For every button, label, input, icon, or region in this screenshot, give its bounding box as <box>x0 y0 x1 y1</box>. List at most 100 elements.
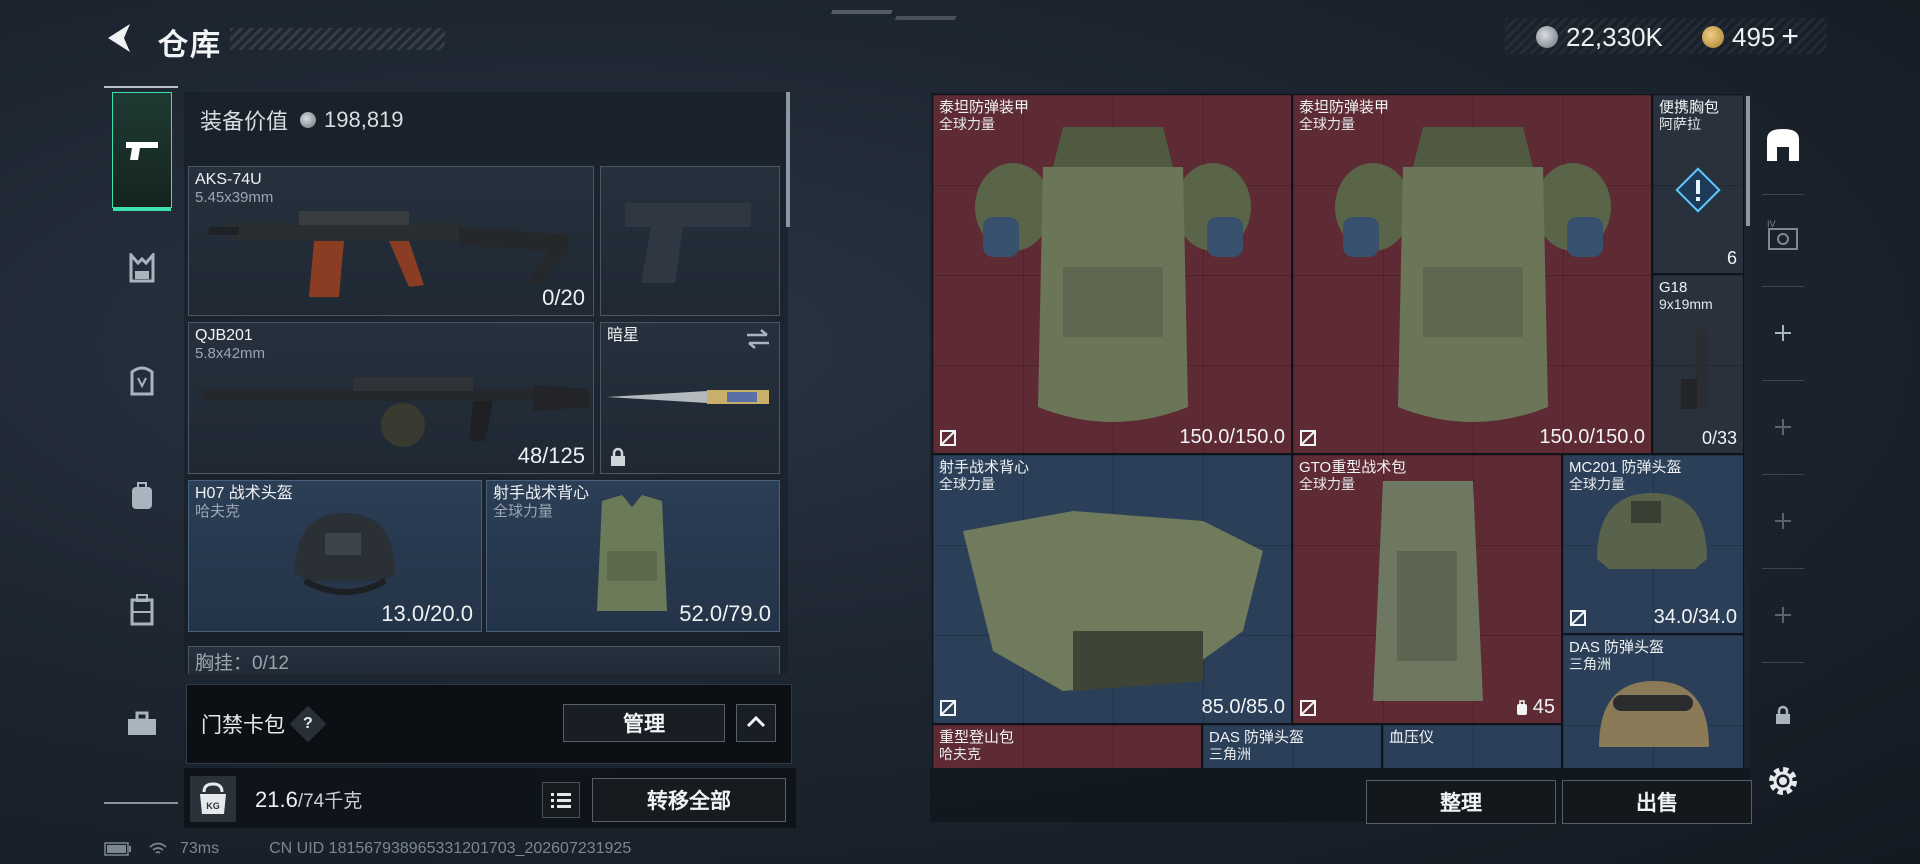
no-insure-icon <box>940 700 956 716</box>
warning-diamond-icon <box>1675 167 1721 213</box>
list-view-button[interactable] <box>542 782 580 818</box>
collapse-button[interactable] <box>736 704 776 742</box>
tab-add-2[interactable] <box>1756 400 1810 454</box>
grid-item[interactable]: 血压仪 <box>1382 724 1562 768</box>
category-case[interactable] <box>112 580 172 640</box>
swap-icon[interactable] <box>745 329 771 349</box>
equipment-value-amount: 198,819 <box>324 107 404 132</box>
lock-icon <box>611 447 625 466</box>
tab-add-3[interactable] <box>1756 494 1810 548</box>
equipment-scrollbar[interactable] <box>786 92 790 227</box>
grid-item-brand: 全球力量 <box>1569 476 1625 492</box>
battery-icon <box>104 842 131 856</box>
backpack-capacity-icon <box>1516 699 1527 715</box>
category-bar-bottom-line <box>104 802 178 804</box>
category-bar <box>104 86 180 806</box>
grid-item-name: 血压仪 <box>1389 729 1435 746</box>
grid-item-brand: 哈夫克 <box>939 746 981 762</box>
sell-button[interactable]: 出售 <box>1562 780 1752 824</box>
settings-button[interactable] <box>1756 754 1810 808</box>
grid-item[interactable]: 泰坦防弹装甲 全球力量 150.0/150.0 <box>1292 94 1652 454</box>
sort-button[interactable]: 整理 <box>1366 780 1556 824</box>
safe-box-icon: IV <box>1767 219 1798 250</box>
card-pack-label: 门禁卡包 <box>201 714 285 737</box>
tab-separator <box>1762 286 1804 287</box>
slot-item-durability: 13.0/20.0 <box>381 601 473 626</box>
status-bar: 73ms CN UID 181567938965331201703_202607… <box>104 840 631 858</box>
grid-item-brand: 全球力量 <box>1299 476 1355 492</box>
grid-item[interactable]: 重型登山包 哈夫克 <box>932 724 1202 768</box>
equipment-panel: AKS-74U 5.45x39mm 0/20 QJB201 5.8x42mm 4… <box>184 92 788 674</box>
slot-secondary-weapon[interactable]: QJB201 5.8x42mm 48/125 <box>188 322 594 474</box>
list-icon <box>551 793 571 808</box>
hafu-coin-icon <box>1536 26 1558 48</box>
tab-add-4[interactable] <box>1756 588 1810 642</box>
currency-hafu-coin: 22,330K <box>1536 22 1663 52</box>
no-insure-icon <box>1300 700 1316 716</box>
category-toolbox[interactable] <box>112 694 172 754</box>
slot-item-name: 暗星 <box>607 327 640 344</box>
category-chest-rig[interactable] <box>112 238 172 298</box>
category-helmet-armor[interactable] <box>112 352 172 412</box>
grid-item-ammo: 0/33 <box>1701 428 1737 448</box>
plus-icon <box>1775 607 1791 623</box>
grid-item-durability: 150.0/150.0 <box>1539 426 1645 448</box>
grid-item-brand: 三角洲 <box>1569 656 1611 672</box>
grid-item[interactable]: MC201 防弹头盔 全球力量 34.0/34.0 <box>1562 454 1744 634</box>
slot-primary-weapon[interactable]: AKS-74U 5.45x39mm 0/20 <box>188 166 594 316</box>
grid-item[interactable]: 射手战术背心 全球力量 85.0/85.0 <box>932 454 1292 724</box>
slot-item-name: H07 战术头盔 <box>195 485 293 502</box>
chevron-up-icon <box>746 715 766 728</box>
help-icon[interactable]: ? <box>289 705 327 743</box>
vest-icon <box>130 366 154 396</box>
tab-safe-box[interactable]: IV <box>1756 210 1810 264</box>
grid-item[interactable]: 泰坦防弹装甲 全球力量 150.0/150.0 <box>932 94 1292 454</box>
slot-item-caliber: 5.8x42mm <box>195 345 266 362</box>
transfer-all-button[interactable]: 转移全部 <box>592 778 786 822</box>
slot-helmet[interactable]: H07 战术头盔 哈夫克 13.0/20.0 <box>188 480 482 632</box>
no-insure-icon <box>940 430 956 446</box>
grid-item-brand: 三角洲 <box>1209 746 1251 762</box>
grid-item[interactable]: 便携胸包 阿萨拉 6 <box>1652 94 1744 274</box>
slot-sidearm-empty[interactable] <box>600 166 780 316</box>
pistol-placeholder-icon <box>625 203 751 283</box>
no-insure-icon <box>1300 430 1316 446</box>
add-currency-icon[interactable]: + <box>1781 20 1799 54</box>
category-backpack[interactable] <box>112 466 172 526</box>
wifi-icon <box>149 842 167 854</box>
grid-item[interactable]: DAS 防弹头盔 三角洲 <box>1202 724 1382 768</box>
back-button[interactable] <box>100 18 140 58</box>
backpack-icon <box>132 482 152 509</box>
grid-item-name: 重型登山包 <box>939 729 1015 746</box>
tab-locked[interactable] <box>1756 688 1810 742</box>
warehouse-tabs: IV <box>1756 92 1810 812</box>
manage-button[interactable]: 管理 <box>563 704 725 742</box>
grid-item[interactable]: DAS 防弹头盔 三角洲 <box>1562 634 1744 768</box>
weight-max: /74千克 <box>297 791 363 812</box>
grid-item-name: 泰坦防弹装甲 <box>939 99 1030 116</box>
case-icon <box>130 594 154 626</box>
slot-item-brand: 全球力量 <box>493 503 554 520</box>
warehouse-scrollbar[interactable] <box>1746 96 1750 226</box>
page-title: 仓库 <box>158 29 222 62</box>
titan-armor-image <box>975 127 1251 422</box>
grid-item-capacity-row: 45 <box>1515 696 1555 719</box>
tab-separator <box>1762 194 1804 195</box>
slot-item-ammo: 0/20 <box>542 285 585 310</box>
grid-item-durability: 34.0/34.0 <box>1653 606 1737 628</box>
tab-separator <box>1762 380 1804 381</box>
slot-melee[interactable]: 暗星 <box>600 322 780 474</box>
currency-triangle-coin[interactable]: 495 + <box>1702 20 1799 54</box>
tab-main-warehouse[interactable] <box>1756 118 1810 172</box>
tab-add-1[interactable] <box>1756 306 1810 360</box>
category-weapons[interactable] <box>112 92 172 211</box>
mc201-helmet-image <box>1597 493 1707 569</box>
svg-text:IV: IV <box>1767 219 1776 229</box>
slot-armor[interactable]: 射手战术背心 全球力量 52.0/79.0 <box>486 480 780 632</box>
grid-item[interactable]: GTO重型战术包 全球力量 45 <box>1292 454 1562 724</box>
das-helmet-image <box>1599 681 1709 747</box>
triangle-coin-icon <box>1702 26 1724 48</box>
decorative-stripes <box>831 10 957 20</box>
grid-item[interactable]: G18 9x19mm 0/33 <box>1652 274 1744 454</box>
slot-chest-rig[interactable]: 胸挂：0/12 <box>188 646 780 674</box>
